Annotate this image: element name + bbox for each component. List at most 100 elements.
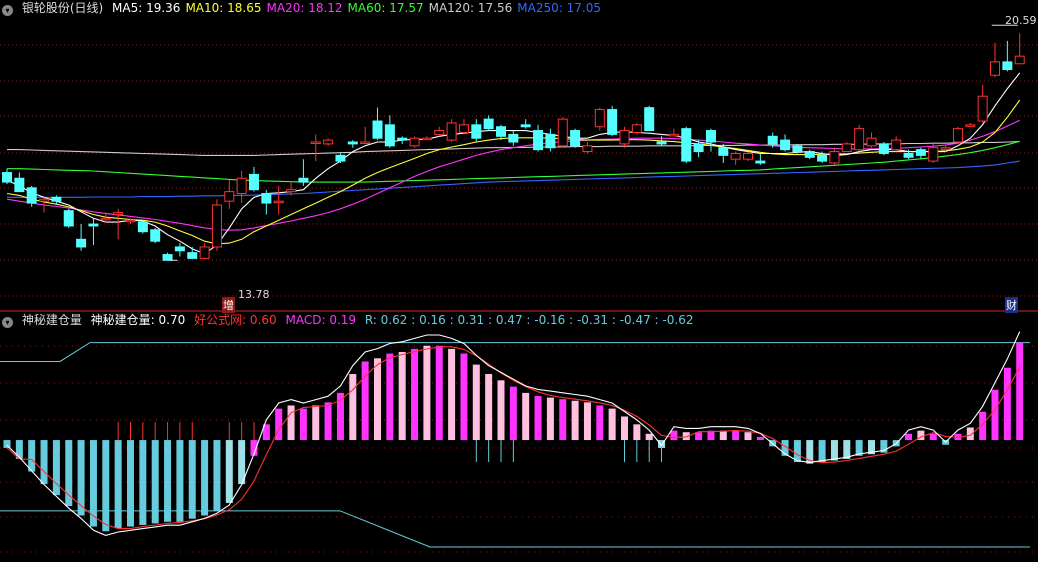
candle-down [718,147,729,156]
indicator-bar [571,400,579,441]
indicator-bar [608,408,616,441]
candle-down [570,130,581,147]
candle-up [125,219,136,223]
candle-down [496,126,506,137]
indicator-bar [28,440,36,472]
indicator-bar [756,436,764,441]
candle-down [1002,61,1013,71]
candle-down [508,133,519,143]
indicator-bar [349,374,357,441]
candle-up [1014,55,1025,65]
candle-down [63,210,74,227]
candle-down [372,120,383,139]
indicator-bar [102,440,110,532]
candle-down [261,193,272,204]
candle-up [273,200,284,204]
candle-down [644,107,655,132]
candle-up [199,246,210,259]
indicator-bar [1003,367,1011,441]
indicator-bar [633,424,641,441]
indicator-bar [522,392,530,441]
candle-up [100,217,111,221]
candle-up [965,124,976,127]
candle-down [174,246,185,252]
indicator-bar [127,440,134,527]
indicator-bar [830,440,838,461]
candle-up [829,151,840,164]
indicator-bar [176,440,184,522]
candle-up [619,130,630,145]
indicator-bar [40,440,48,485]
indicator-bar [188,440,196,519]
candle-down [51,196,62,202]
candle-down [755,160,766,164]
indicator-bar [509,386,517,441]
indicator-bar [583,402,591,441]
candle-down [76,238,87,248]
increase-tag: 增 [222,297,235,313]
candle-up [940,147,951,150]
indicator-bar [52,440,60,496]
candle-down [187,252,198,259]
indicator-bar [1016,342,1024,441]
indicator-bar [596,405,604,441]
candle-up [891,139,902,151]
indicator-bar [299,408,307,441]
candle-down [347,141,358,145]
indicator-bar [621,416,628,441]
candle-up [113,212,124,216]
candle-up [977,95,988,122]
indicator-bar [411,348,419,441]
indicator-bar [448,348,456,441]
indicator-bar [991,389,999,441]
upper-band [0,342,1030,362]
candle-up [854,128,865,151]
candle-down [249,173,259,191]
candle-up [286,189,297,193]
candle-up [730,152,741,160]
candle-up [409,137,420,147]
indicator-bar [151,440,159,524]
candle-up [360,141,371,145]
indicator-bar [485,374,493,441]
candle-down [705,130,716,143]
candle-down [298,177,309,183]
indicator-bar [460,353,468,441]
candle-up [743,152,753,160]
candle-up [631,124,642,133]
candle-down [545,133,556,149]
candle-down [14,177,25,193]
indicator-bar [324,402,332,441]
candle-up [668,133,679,137]
indicator-bar [905,433,913,441]
candle-up [39,198,50,202]
candle-down [150,229,161,242]
candle-down [903,152,914,158]
low-price-label: 13.78 [238,288,270,301]
indicator-bar [386,353,394,441]
indicator-bar [645,433,653,441]
indicator-bar [435,345,443,441]
indicator-bar [472,364,480,441]
candle-down [384,124,395,147]
candle-down [397,137,408,141]
candle-down [162,254,173,261]
candle-up [434,130,445,135]
candle-up [224,191,235,202]
indicator-bar [65,440,73,507]
indicator-bar [719,430,727,441]
candle-up [928,147,939,162]
stock-chart-canvas[interactable] [0,0,1038,562]
indicator-bar [139,440,147,525]
candle-down [2,172,12,183]
indicator-bar [732,430,740,441]
candle-down [88,223,99,227]
indicator-bar [225,440,233,503]
candle-up [446,122,457,141]
indicator-bar [114,440,122,529]
high-price-label: 20.59 [1005,14,1037,27]
candle-up [236,177,247,195]
candle-down [792,145,803,153]
candle-down [137,221,148,233]
candle-down [878,143,889,154]
